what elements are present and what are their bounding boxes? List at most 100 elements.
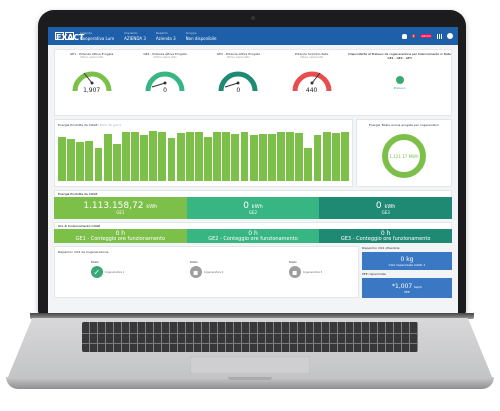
energy-bar	[131, 132, 139, 181]
kpi-label: GE1	[116, 209, 125, 215]
energy-bar	[85, 141, 94, 181]
kpi-unit: kWh	[146, 203, 158, 210]
state-title: Stato	[288, 260, 297, 264]
state-label: Cogeneratore 3	[302, 270, 323, 274]
gauges-card: GE1 - Potenza Attiva Erogata Ultimo valo…	[54, 49, 452, 116]
pee-title: PEE risparmiata	[362, 272, 386, 276]
energy-bar	[222, 132, 231, 181]
gauge-value: 0	[236, 87, 241, 94]
energy-chart-subtitle: Ultimi 30 giorni	[98, 123, 122, 127]
co2-row: Risparmio CO2 da Cogenerazione Stato ✓ Co…	[54, 246, 452, 298]
energy-bar	[167, 137, 176, 181]
energy-bar	[231, 134, 240, 181]
generator-states: Stato ✓ Cogeneratore 1 Stato ▪ Cogenerator…	[58, 260, 355, 278]
co2-title: Risparmio CO2 da Cogenerazione	[58, 250, 109, 254]
plant-selector[interactable]: Impianto AZIENDA 3	[124, 31, 146, 41]
co2-saved-box: 0 kg CO2 risparmiata CAML 1	[362, 252, 452, 270]
energy-bar	[176, 133, 185, 181]
group-selector[interactable]: Gruppo Non disponibile	[186, 31, 217, 41]
energy-bar	[149, 131, 158, 181]
donut-chart-icon: 1,121.17 MWh	[381, 134, 426, 178]
availability-status-label: Prelievo	[393, 86, 406, 90]
app-logo[interactable]: EXACT	[48, 32, 85, 42]
savings-panel: Risparmio CO2 ottenibile 0 kg CO2 rispar…	[362, 246, 452, 298]
energy-bar-chart: Energia Prodotta da COGE Ultimi 30 giorn…	[54, 119, 353, 187]
energy-bar	[103, 134, 112, 181]
keyboard-row-divider	[82, 343, 418, 344]
topbar-actions: 3 Admin	[401, 33, 458, 39]
kpi-unit: kWh	[251, 203, 263, 210]
gauge-subtitle: Ultimo valore letto	[80, 56, 104, 59]
user-badge[interactable]: Admin	[420, 34, 432, 38]
logo-text: EXACT	[55, 32, 85, 42]
donut-title: Energia Totale annua erogata per cogener…	[368, 123, 439, 127]
kpi-ge1-energy: 1.113.158,72 kWh GE1	[54, 197, 187, 219]
availability-panel: Disponibilità al Prelievo da cogenerazio…	[348, 50, 451, 115]
energy-bar	[67, 138, 76, 181]
gauge-ge1: GE1 - Potenza Attiva Erogata Ultimo valo…	[55, 50, 128, 115]
co2-saved-label: CO2 risparmiata CAML 1	[388, 262, 426, 267]
generator-state-3: Stato ▪ Cogeneratore 3	[288, 260, 323, 278]
off-icon: ▪	[288, 266, 301, 278]
kpi-number: 0	[375, 200, 382, 211]
energy-bar	[258, 134, 267, 181]
keyboard-row-divider	[82, 333, 418, 334]
energy-chart-title-text: Energia Prodotta da COGE	[58, 123, 98, 127]
webcam	[251, 16, 255, 20]
donut-value: 1,121.17 MWh	[389, 154, 418, 159]
kpi-ge3-energy: 0 kWh GE3	[319, 197, 453, 219]
energy-bar	[286, 132, 295, 181]
state-label: Cogeneratore 2	[203, 270, 224, 274]
company-label: Azienda	[80, 31, 92, 35]
energy-bar	[213, 132, 222, 181]
top-navbar: EXACT Azienda Cooperativa Lum Impianto A…	[48, 27, 458, 45]
energy-bar	[194, 132, 203, 181]
department-selector[interactable]: Reparto Azienda 3	[156, 31, 176, 41]
co2-saved-value: 0 kg	[400, 255, 414, 263]
plant-value: AZIENDA 3	[124, 36, 146, 41]
plant-label: Impianto	[124, 31, 138, 35]
gauge-ge3: GE3 - Potenza Attiva Erogata Ultimo valo…	[202, 50, 275, 115]
availability-status: Prelievo	[394, 76, 406, 90]
energy-bar	[340, 132, 349, 181]
energy-bar	[112, 144, 121, 181]
state-title: Stato	[189, 260, 198, 264]
dashboard-screen: EXACT Azienda Cooperativa Lum Impianto A…	[48, 27, 458, 313]
apps-grid-icon[interactable]	[437, 33, 442, 39]
kpi-ge2-hours: 0 h GE2 - Conteggio ore funzionamento	[186, 229, 320, 243]
kpi-hours-title: Ore di funzionamento COGE	[54, 222, 452, 229]
trackpad	[190, 356, 310, 374]
group-label: Gruppo	[185, 31, 197, 35]
energy-bar	[121, 132, 130, 181]
gauge-value: 440	[305, 87, 318, 94]
kpi-ge3-hours: 0 h GE3 - Conteggio ore funzionamento	[319, 229, 453, 243]
pee-value: *1,007	[392, 282, 413, 290]
kpi-hours-row: 0 h GE1 - Conteggio ore funzionamento 0 …	[54, 229, 453, 243]
availability-title: Disponibilità al Prelievo da cogenerazio…	[348, 52, 451, 60]
company-value: Cooperativa Lum	[80, 36, 115, 41]
gauge-value: 1,907	[83, 87, 101, 94]
gauge-ge2: GE2 - Potenza Attiva Erogata Ultimo valo…	[128, 50, 201, 115]
energy-bar	[94, 147, 103, 181]
kpi-energy-row: 1.113.158,72 kWh GE1 0 kWh GE2 0 kWh GE3	[54, 197, 453, 219]
gauge-subtitle: Ultimo valore letto	[300, 56, 324, 59]
bell-icon[interactable]	[401, 33, 407, 39]
energy-bar	[295, 133, 304, 181]
logo-box-icon	[65, 32, 74, 40]
co2-panel: Risparmio CO2 da Cogenerazione Stato ✓ Co…	[54, 246, 359, 298]
energy-bar	[249, 135, 258, 181]
gauge-grid-exchange: Potenza Scambio Rete Ultimo valore letto…	[275, 50, 348, 115]
off-icon: ▪	[189, 266, 202, 278]
energy-row: Energia Prodotta da COGE Ultimi 30 giorn…	[54, 119, 452, 187]
energy-bar	[331, 133, 340, 181]
kpi-label: GE2 - Conteggio ore funzionamento	[208, 235, 298, 242]
department-value: Azienda 3	[155, 36, 176, 41]
pee-box: *1,007 tep/h PEE	[362, 278, 452, 298]
gauge-subtitle: Ultimo valore letto	[226, 56, 250, 59]
kpi-number: 0	[243, 200, 249, 211]
avatar[interactable]	[447, 33, 453, 39]
state-title: Stato	[90, 260, 99, 264]
energy-bar	[158, 132, 167, 181]
leaf-icon	[395, 76, 404, 84]
company-selector[interactable]: Azienda Cooperativa Lum	[80, 31, 114, 41]
